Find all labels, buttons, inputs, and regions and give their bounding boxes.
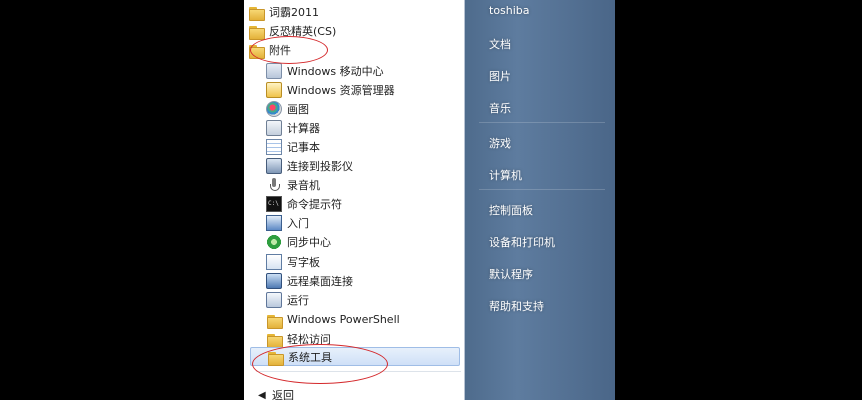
program-sync-center[interactable]: 同步中心 [266, 232, 452, 251]
program-label: 运行 [287, 293, 309, 307]
command-prompt-icon [266, 195, 282, 212]
sync-center-icon [266, 233, 282, 250]
projector-icon [266, 157, 282, 174]
program-label: Windows PowerShell [287, 313, 400, 326]
folder-icon [248, 4, 265, 21]
program-label: 同步中心 [287, 235, 331, 249]
run-icon [266, 291, 282, 308]
back-button[interactable]: ◀ 返回 [258, 388, 294, 400]
program-label: 词霸2011 [269, 5, 319, 19]
pictures-link[interactable]: 图片 [489, 68, 511, 84]
program-label: 写字板 [287, 255, 320, 269]
folder-icon [248, 23, 265, 40]
music-link[interactable]: 音乐 [489, 100, 511, 116]
microphone-icon [266, 177, 282, 193]
wordpad-icon [266, 253, 282, 270]
program-label: 记事本 [287, 140, 320, 154]
program-run[interactable]: 运行 [266, 290, 452, 309]
control-panel-link[interactable]: 控制面板 [489, 202, 533, 218]
back-arrow-icon: ◀ [258, 389, 266, 400]
devices-printers-link[interactable]: 设备和打印机 [489, 234, 555, 250]
back-label: 返回 [272, 389, 294, 400]
program-command-prompt[interactable]: 命令提示符 [266, 194, 452, 213]
program-label: Windows 资源管理器 [287, 83, 395, 97]
program-label: 计算器 [287, 121, 320, 135]
calculator-icon [266, 119, 282, 136]
program-calculator[interactable]: 计算器 [266, 118, 452, 137]
folder-icon [266, 312, 283, 329]
remote-desktop-icon [266, 272, 282, 289]
help-support-link[interactable]: 帮助和支持 [489, 298, 544, 314]
games-link[interactable]: 游戏 [489, 135, 511, 151]
default-programs-link[interactable]: 默认程序 [489, 266, 533, 282]
program-folder-ciba[interactable]: 词霸2011 [248, 2, 452, 21]
program-getting-started[interactable]: 入门 [266, 213, 452, 232]
user-folder-link[interactable]: toshiba [489, 4, 530, 17]
program-sound-recorder[interactable]: 录音机 [266, 175, 452, 194]
documents-link[interactable]: 文档 [489, 36, 511, 52]
notepad-icon [266, 138, 282, 155]
divider [479, 189, 605, 190]
program-label: 命令提示符 [287, 197, 342, 211]
program-windows-explorer[interactable]: Windows 资源管理器 [266, 80, 452, 99]
program-notepad[interactable]: 记事本 [266, 137, 452, 156]
program-label: 远程桌面连接 [287, 274, 353, 288]
program-folder-powershell[interactable]: Windows PowerShell [266, 310, 452, 329]
program-remote-desktop[interactable]: 远程桌面连接 [266, 271, 452, 290]
annotation-circle-accessories [250, 36, 328, 64]
annotation-circle-system-tools [252, 344, 388, 384]
getting-started-icon [266, 214, 282, 231]
program-connect-projector[interactable]: 连接到投影仪 [266, 156, 452, 175]
computer-link[interactable]: 计算机 [489, 167, 522, 183]
program-label: 连接到投影仪 [287, 159, 353, 173]
program-label: 录音机 [287, 178, 320, 192]
mobility-center-icon [266, 62, 282, 79]
program-label: Windows 移动中心 [287, 64, 384, 78]
divider [479, 122, 605, 123]
program-paint[interactable]: 画图 [266, 99, 452, 118]
program-label: 画图 [287, 102, 309, 116]
program-label: 入门 [287, 216, 309, 230]
paint-icon [266, 100, 282, 117]
explorer-icon [266, 81, 282, 98]
folder-icon [266, 331, 283, 348]
right-links-pane: toshiba 文档 图片 音乐 游戏 计算机 控制面板 设备和打印机 默认程序… [465, 0, 615, 400]
program-wordpad[interactable]: 写字板 [266, 252, 452, 271]
